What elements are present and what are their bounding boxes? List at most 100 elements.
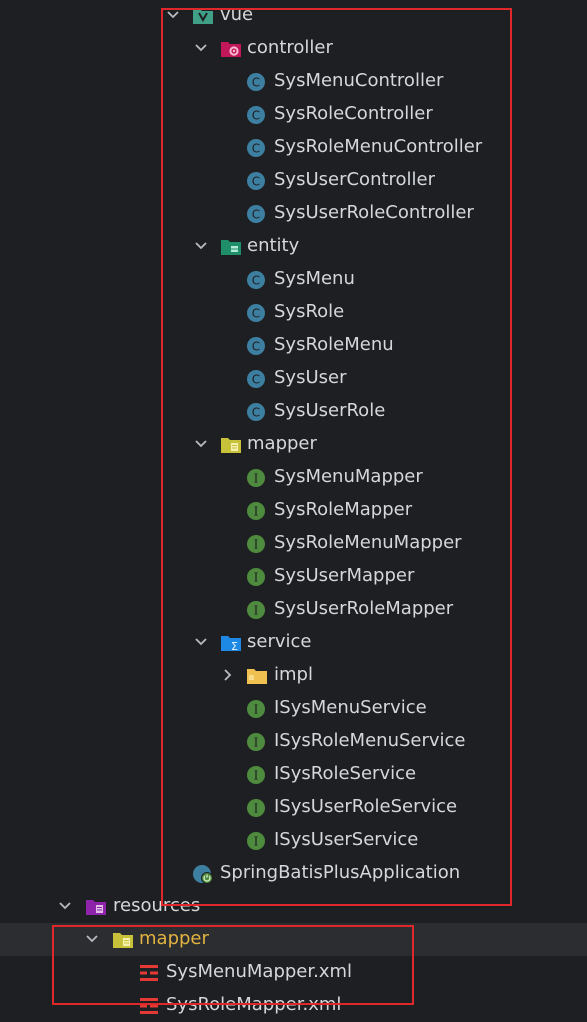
svg-text:I: I [254, 604, 259, 618]
tree-row-class[interactable]: C SysUser [0, 362, 587, 395]
tree-label: ISysUserService [274, 829, 419, 850]
chevron-down-icon[interactable] [192, 435, 210, 453]
svg-text:C: C [252, 406, 260, 420]
tree-row-interface[interactable]: I ISysUserService [0, 824, 587, 857]
service-folder-icon: Σ [220, 633, 241, 653]
tree-label: ISysRoleMenuService [274, 730, 466, 751]
svg-text:C: C [252, 175, 260, 189]
tree-label: SysRole [274, 301, 345, 322]
java-interface-icon: I [246, 798, 266, 818]
mapper-folder-icon [220, 435, 241, 455]
svg-text:C: C [252, 340, 260, 354]
chevron-down-icon[interactable] [192, 633, 210, 651]
java-interface-icon: I [246, 567, 266, 587]
controller-folder-icon [220, 39, 241, 59]
chevron-down-icon[interactable] [83, 930, 101, 948]
tree-label: SysUserRoleMapper [274, 598, 454, 619]
tree-label: ISysUserRoleService [274, 796, 458, 817]
svg-text:I: I [254, 505, 259, 519]
tree-row-xml[interactable]: SysMenuMapper.xml [0, 956, 587, 989]
tree-label: SysUserMapper [274, 565, 415, 586]
chevron-down-icon[interactable] [192, 39, 210, 57]
svg-text:I: I [254, 571, 259, 585]
spring-boot-app-icon [192, 863, 216, 887]
tree-row-mapper[interactable]: mapper [0, 428, 587, 461]
tree-row-interface[interactable]: I ISysRoleMenuService [0, 725, 587, 758]
tree-label: SysUserRoleController [274, 202, 474, 223]
tree-label: mapper [139, 928, 209, 949]
tree-row-resources-mapper[interactable]: mapper [0, 923, 587, 956]
tree-label: SysMenu [274, 268, 355, 289]
tree-label: SysRoleMapper [274, 499, 413, 520]
java-class-icon: C [246, 138, 266, 158]
chevron-down-icon[interactable] [192, 237, 210, 255]
tree-row-interface[interactable]: I ISysUserRoleService [0, 791, 587, 824]
tree-row-interface[interactable]: I ISysMenuService [0, 692, 587, 725]
svg-text:I: I [254, 703, 259, 717]
tree-label: SysUserController [274, 169, 436, 190]
svg-text:C: C [252, 307, 260, 321]
tree-row-interface[interactable]: I SysRoleMenuMapper [0, 527, 587, 560]
java-interface-icon: I [246, 534, 266, 554]
java-class-icon: C [246, 369, 266, 389]
java-class-icon: C [246, 303, 266, 323]
svg-text:C: C [252, 274, 260, 288]
tree-label: SpringBatisPlusApplication [220, 862, 461, 883]
tree-row-class[interactable]: C SysMenuController [0, 65, 587, 98]
tree-row-controller[interactable]: controller [0, 32, 587, 65]
svg-text:C: C [252, 76, 260, 90]
java-class-icon: C [246, 204, 266, 224]
tree-label: SysMenuMapper [274, 466, 423, 487]
java-interface-icon: I [246, 699, 266, 719]
tree-row-vue[interactable]: vue [0, 0, 587, 32]
svg-text:I: I [254, 736, 259, 750]
tree-row-interface[interactable]: I SysMenuMapper [0, 461, 587, 494]
tree-row-class[interactable]: C SysUserController [0, 164, 587, 197]
project-tree: vue controller C SysMenuController C Sys… [0, 0, 587, 1015]
chevron-down-icon[interactable] [164, 6, 182, 24]
tree-row-class[interactable]: C SysRoleMenu [0, 329, 587, 362]
tree-label: controller [247, 37, 333, 58]
tree-row-impl[interactable]: impl [0, 659, 587, 692]
chevron-right-icon[interactable] [219, 666, 237, 684]
tree-label: SysUser [274, 367, 347, 388]
chevron-down-icon[interactable] [56, 897, 74, 915]
tree-row-interface[interactable]: I SysUserMapper [0, 560, 587, 593]
tree-row-class[interactable]: C SysUserRole [0, 395, 587, 428]
tree-row-class[interactable]: C SysMenu [0, 263, 587, 296]
tree-label: entity [247, 235, 300, 256]
java-class-icon: C [246, 171, 266, 191]
tree-label: service [247, 631, 312, 652]
tree-label: SysRoleMapper.xml [166, 994, 342, 1015]
tree-label: SysRoleMenu [274, 334, 394, 355]
mapper-folder-icon [112, 930, 133, 950]
tree-row-class[interactable]: C SysRoleController [0, 98, 587, 131]
tree-row-service[interactable]: Σ service [0, 626, 587, 659]
tree-row-class[interactable]: C SysUserRoleController [0, 197, 587, 230]
xml-file-icon [139, 963, 159, 983]
tree-row-interface[interactable]: I SysUserRoleMapper [0, 593, 587, 626]
tree-row-class[interactable]: C SysRoleMenuController [0, 131, 587, 164]
svg-text:Σ: Σ [231, 640, 238, 653]
java-interface-icon: I [246, 501, 266, 521]
java-class-icon: C [246, 105, 266, 125]
xml-file-icon [139, 996, 159, 1016]
tree-row-class[interactable]: C SysRole [0, 296, 587, 329]
tree-row-entity[interactable]: entity [0, 230, 587, 263]
tree-row-interface[interactable]: I ISysRoleService [0, 758, 587, 791]
tree-label: vue [220, 4, 254, 25]
tree-row-application[interactable]: SpringBatisPlusApplication [0, 857, 587, 890]
java-interface-icon: I [246, 831, 266, 851]
svg-text:I: I [254, 802, 259, 816]
java-interface-icon: I [246, 600, 266, 620]
tree-label: SysRoleController [274, 103, 433, 124]
tree-row-resources[interactable]: resources [0, 890, 587, 923]
tree-row-interface[interactable]: I SysRoleMapper [0, 494, 587, 527]
java-class-icon: C [246, 72, 266, 92]
tree-label: SysRoleMenuMapper [274, 532, 462, 553]
tree-label: SysUserRole [274, 400, 386, 421]
tree-row-xml[interactable]: SysRoleMapper.xml [0, 989, 587, 1022]
folder-icon [246, 666, 267, 686]
resources-folder-icon [85, 897, 106, 917]
tree-label: ISysRoleService [274, 763, 417, 784]
